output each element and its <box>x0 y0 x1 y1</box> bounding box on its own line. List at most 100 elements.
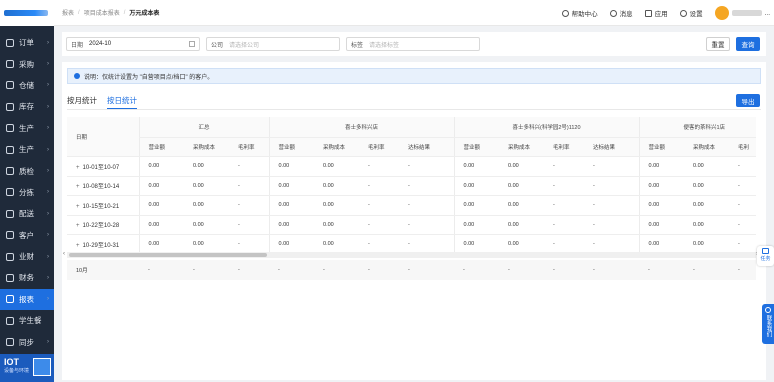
reset-button[interactable]: 重置 <box>706 37 730 51</box>
sidebar-item[interactable]: 生产 › <box>0 139 54 160</box>
expand-icon[interactable]: + <box>76 204 80 210</box>
sidebar-item[interactable]: 仓储 › <box>0 75 54 96</box>
expand-icon[interactable]: + <box>76 243 80 249</box>
scroll-left-icon[interactable]: ‹ <box>63 251 65 257</box>
column-header: 达标结果 <box>399 137 455 157</box>
breadcrumb-item-reports[interactable]: 报表 <box>62 8 74 17</box>
menu-icon <box>6 102 14 111</box>
user-name <box>731 10 762 16</box>
tab-monthly[interactable]: 按月统计 <box>67 92 97 110</box>
table-cell: 0.00 <box>638 195 685 216</box>
breadcrumb-item-project-cost[interactable]: 项目成本报表 <box>84 8 120 17</box>
table-cell: 0.00 <box>184 156 229 177</box>
sidebar-item[interactable]: 生产 › <box>0 118 54 139</box>
column-header: 营业额 <box>268 137 315 157</box>
table-cell: 0.00 <box>499 215 545 235</box>
summary-cell: - <box>648 267 650 273</box>
user-menu[interactable]: ... <box>714 6 770 20</box>
sidebar-item-label: 业财 <box>19 252 34 262</box>
calendar-icon <box>189 41 195 47</box>
tag-select[interactable]: 标签 请选择标签 <box>346 37 480 51</box>
table-cell: - <box>359 215 400 235</box>
company-select[interactable]: 公司 请选择公司 <box>206 37 340 51</box>
scroll-thumb[interactable] <box>69 253 267 257</box>
chevron-right-icon: › <box>47 210 49 217</box>
summary-cell: - <box>593 267 595 273</box>
settings-button[interactable]: 设置 <box>679 8 703 18</box>
column-header: 采购成本 <box>684 137 730 157</box>
table-cell: - <box>399 176 455 196</box>
sidebar-item[interactable]: 客户 › <box>0 225 54 246</box>
expand-icon[interactable]: + <box>76 223 80 229</box>
chevron-right-icon: › <box>47 61 49 68</box>
sidebar-item-label: 分拣 <box>19 187 34 197</box>
column-group-header: 喜士多科兴(科学园2号)1120 <box>453 117 640 138</box>
table-cell: - <box>729 176 756 196</box>
date-picker[interactable]: 日期 2024-10 <box>66 37 200 51</box>
help-label: 帮助中心 <box>571 11 598 18</box>
sidebar-item[interactable]: 报表 › <box>0 288 54 311</box>
export-button[interactable]: 导出 <box>736 94 760 107</box>
menu-icon <box>6 209 14 218</box>
chevron-right-icon: › <box>47 232 49 239</box>
row-date-cell: +10-08至10-14 <box>67 176 139 196</box>
tab-daily[interactable]: 按日统计 <box>107 92 137 110</box>
sidebar-item[interactable]: 业财 › <box>0 246 54 267</box>
expand-icon[interactable]: + <box>76 165 80 171</box>
contact-widget[interactable]: 联系我们 <box>762 304 774 344</box>
info-notice: 说明：仅统计设置为 "自营项目点/档口" 的客户。 <box>67 68 761 84</box>
apps-button[interactable]: 应用 <box>644 8 668 18</box>
table-cell: 0.00 <box>453 176 500 196</box>
query-button[interactable]: 查询 <box>736 37 760 51</box>
sidebar-item[interactable]: 采购 › <box>0 53 54 74</box>
stat-tabs: 按月统计 按日统计 <box>67 92 137 110</box>
sidebar-item[interactable]: 质检 › <box>0 160 54 181</box>
task-widget[interactable]: 任务 <box>757 246 774 266</box>
sidebar-item[interactable]: 学生餐 <box>0 310 54 331</box>
table-cell: - <box>729 215 756 235</box>
sidebar-item[interactable]: 配送 › <box>0 203 54 224</box>
chevron-right-icon: › <box>47 125 49 132</box>
chevron-right-icon: › <box>47 189 49 196</box>
horizontal-scrollbar[interactable]: ‹ › <box>63 251 758 258</box>
sidebar-item[interactable]: 同步 › <box>0 331 54 352</box>
row-date: 10-29至10-31 <box>82 242 120 249</box>
logo[interactable] <box>0 0 54 26</box>
sidebar-item-label: 采购 <box>19 59 34 69</box>
table-cell: - <box>399 215 455 235</box>
table-cell: 0.00 <box>684 195 730 216</box>
sidebar-item-label: 订单 <box>19 38 34 48</box>
iot-banner[interactable]: IOT 设备与环境 <box>0 354 54 382</box>
table-cell: - <box>229 215 270 235</box>
menu-icon <box>6 145 14 154</box>
sidebar-item[interactable]: 库存 › <box>0 96 54 117</box>
table-cell: 0.00 <box>684 156 730 177</box>
avatar <box>714 6 729 20</box>
help-center-button[interactable]: 帮助中心 <box>561 8 598 18</box>
summary-cell: - <box>148 267 150 273</box>
table-cell: 0.00 <box>684 215 730 235</box>
sidebar-item[interactable]: 订单 › <box>0 32 54 53</box>
summary-cell: - <box>323 267 325 273</box>
table-cell: - <box>229 195 270 216</box>
menu-icon <box>6 231 14 240</box>
menu-icon <box>6 81 14 90</box>
header-actions: 帮助中心 消息 应用 设置 ... <box>561 0 770 26</box>
table-cell: 0.00 <box>453 215 500 235</box>
chevron-right-icon: › <box>47 39 49 46</box>
row-date-cell: +10-22至10-28 <box>67 215 139 235</box>
sidebar-item[interactable]: 分拣 › <box>0 182 54 203</box>
column-header: 毛利率 <box>544 137 585 157</box>
sidebar-item-label: 学生餐 <box>19 316 42 326</box>
table-cell: 0.00 <box>453 195 500 216</box>
sidebar-item[interactable]: 财务 › <box>0 267 54 288</box>
column-header: 营业额 <box>138 137 184 157</box>
messages-button[interactable]: 消息 <box>609 8 633 18</box>
logo-mark <box>4 10 48 16</box>
date-value: 2024-10 <box>89 41 112 47</box>
expand-icon[interactable]: + <box>76 184 80 190</box>
sidebar-item-label: 生产 <box>19 145 34 155</box>
row-date-cell: +10-15至10-21 <box>67 195 139 216</box>
sidebar-item-label: 客户 <box>19 230 34 240</box>
tag-label: 标签 <box>351 42 364 49</box>
